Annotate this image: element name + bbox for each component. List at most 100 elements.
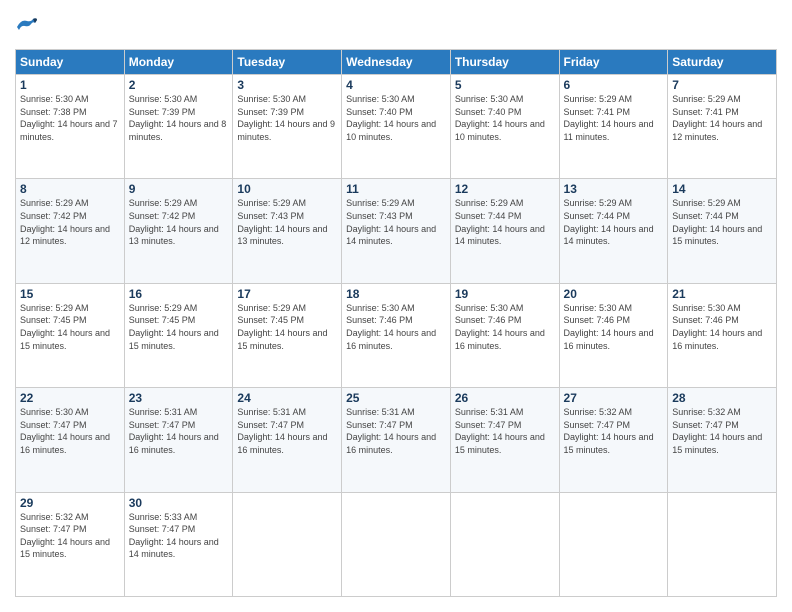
day-header-saturday: Saturday — [668, 50, 777, 75]
day-number: 3 — [237, 78, 337, 92]
day-number: 30 — [129, 496, 229, 510]
day-info: Sunrise: 5:30 AMSunset: 7:39 PMDaylight:… — [237, 93, 337, 143]
day-number: 2 — [129, 78, 229, 92]
calendar-cell: 1Sunrise: 5:30 AMSunset: 7:38 PMDaylight… — [16, 75, 125, 179]
calendar-cell: 21Sunrise: 5:30 AMSunset: 7:46 PMDayligh… — [668, 283, 777, 387]
calendar-cell: 7Sunrise: 5:29 AMSunset: 7:41 PMDaylight… — [668, 75, 777, 179]
day-number: 5 — [455, 78, 555, 92]
day-number: 20 — [564, 287, 664, 301]
calendar-cell: 25Sunrise: 5:31 AMSunset: 7:47 PMDayligh… — [342, 388, 451, 492]
calendar-cell: 24Sunrise: 5:31 AMSunset: 7:47 PMDayligh… — [233, 388, 342, 492]
calendar-cell: 5Sunrise: 5:30 AMSunset: 7:40 PMDaylight… — [450, 75, 559, 179]
calendar-cell: 30Sunrise: 5:33 AMSunset: 7:47 PMDayligh… — [124, 492, 233, 596]
calendar-cell: 6Sunrise: 5:29 AMSunset: 7:41 PMDaylight… — [559, 75, 668, 179]
day-info: Sunrise: 5:32 AMSunset: 7:47 PMDaylight:… — [20, 511, 120, 561]
calendar-cell: 26Sunrise: 5:31 AMSunset: 7:47 PMDayligh… — [450, 388, 559, 492]
calendar-cell — [342, 492, 451, 596]
calendar-week-2: 8Sunrise: 5:29 AMSunset: 7:42 PMDaylight… — [16, 179, 777, 283]
day-info: Sunrise: 5:32 AMSunset: 7:47 PMDaylight:… — [564, 406, 664, 456]
calendar-cell: 29Sunrise: 5:32 AMSunset: 7:47 PMDayligh… — [16, 492, 125, 596]
calendar-cell: 17Sunrise: 5:29 AMSunset: 7:45 PMDayligh… — [233, 283, 342, 387]
day-info: Sunrise: 5:29 AMSunset: 7:41 PMDaylight:… — [564, 93, 664, 143]
calendar-week-1: 1Sunrise: 5:30 AMSunset: 7:38 PMDaylight… — [16, 75, 777, 179]
day-number: 18 — [346, 287, 446, 301]
day-info: Sunrise: 5:29 AMSunset: 7:45 PMDaylight:… — [20, 302, 120, 352]
day-number: 24 — [237, 391, 337, 405]
calendar-table: SundayMondayTuesdayWednesdayThursdayFrid… — [15, 49, 777, 597]
day-info: Sunrise: 5:30 AMSunset: 7:46 PMDaylight:… — [564, 302, 664, 352]
day-number: 10 — [237, 182, 337, 196]
calendar-cell — [668, 492, 777, 596]
day-number: 8 — [20, 182, 120, 196]
day-header-wednesday: Wednesday — [342, 50, 451, 75]
day-number: 25 — [346, 391, 446, 405]
calendar-cell: 2Sunrise: 5:30 AMSunset: 7:39 PMDaylight… — [124, 75, 233, 179]
day-number: 9 — [129, 182, 229, 196]
logo-icon — [15, 15, 39, 39]
day-number: 7 — [672, 78, 772, 92]
day-info: Sunrise: 5:30 AMSunset: 7:40 PMDaylight:… — [346, 93, 446, 143]
day-info: Sunrise: 5:29 AMSunset: 7:42 PMDaylight:… — [129, 197, 229, 247]
calendar-cell: 13Sunrise: 5:29 AMSunset: 7:44 PMDayligh… — [559, 179, 668, 283]
calendar-week-4: 22Sunrise: 5:30 AMSunset: 7:47 PMDayligh… — [16, 388, 777, 492]
day-info: Sunrise: 5:30 AMSunset: 7:39 PMDaylight:… — [129, 93, 229, 143]
day-header-monday: Monday — [124, 50, 233, 75]
day-header-tuesday: Tuesday — [233, 50, 342, 75]
day-number: 21 — [672, 287, 772, 301]
calendar-cell: 18Sunrise: 5:30 AMSunset: 7:46 PMDayligh… — [342, 283, 451, 387]
day-info: Sunrise: 5:29 AMSunset: 7:43 PMDaylight:… — [237, 197, 337, 247]
day-number: 27 — [564, 391, 664, 405]
calendar-cell: 15Sunrise: 5:29 AMSunset: 7:45 PMDayligh… — [16, 283, 125, 387]
day-number: 4 — [346, 78, 446, 92]
day-info: Sunrise: 5:29 AMSunset: 7:41 PMDaylight:… — [672, 93, 772, 143]
day-info: Sunrise: 5:29 AMSunset: 7:44 PMDaylight:… — [455, 197, 555, 247]
calendar-week-3: 15Sunrise: 5:29 AMSunset: 7:45 PMDayligh… — [16, 283, 777, 387]
header — [15, 15, 777, 39]
day-info: Sunrise: 5:33 AMSunset: 7:47 PMDaylight:… — [129, 511, 229, 561]
day-number: 12 — [455, 182, 555, 196]
day-info: Sunrise: 5:29 AMSunset: 7:42 PMDaylight:… — [20, 197, 120, 247]
calendar-cell: 4Sunrise: 5:30 AMSunset: 7:40 PMDaylight… — [342, 75, 451, 179]
day-info: Sunrise: 5:29 AMSunset: 7:43 PMDaylight:… — [346, 197, 446, 247]
day-header-friday: Friday — [559, 50, 668, 75]
day-header-thursday: Thursday — [450, 50, 559, 75]
calendar-cell: 20Sunrise: 5:30 AMSunset: 7:46 PMDayligh… — [559, 283, 668, 387]
day-info: Sunrise: 5:32 AMSunset: 7:47 PMDaylight:… — [672, 406, 772, 456]
day-info: Sunrise: 5:31 AMSunset: 7:47 PMDaylight:… — [237, 406, 337, 456]
day-header-sunday: Sunday — [16, 50, 125, 75]
day-number: 11 — [346, 182, 446, 196]
day-number: 15 — [20, 287, 120, 301]
calendar-cell: 28Sunrise: 5:32 AMSunset: 7:47 PMDayligh… — [668, 388, 777, 492]
day-info: Sunrise: 5:29 AMSunset: 7:44 PMDaylight:… — [672, 197, 772, 247]
day-number: 29 — [20, 496, 120, 510]
calendar-cell: 11Sunrise: 5:29 AMSunset: 7:43 PMDayligh… — [342, 179, 451, 283]
calendar-cell: 23Sunrise: 5:31 AMSunset: 7:47 PMDayligh… — [124, 388, 233, 492]
calendar-cell: 3Sunrise: 5:30 AMSunset: 7:39 PMDaylight… — [233, 75, 342, 179]
day-number: 26 — [455, 391, 555, 405]
day-info: Sunrise: 5:30 AMSunset: 7:40 PMDaylight:… — [455, 93, 555, 143]
calendar-cell: 14Sunrise: 5:29 AMSunset: 7:44 PMDayligh… — [668, 179, 777, 283]
calendar-cell: 19Sunrise: 5:30 AMSunset: 7:46 PMDayligh… — [450, 283, 559, 387]
day-number: 1 — [20, 78, 120, 92]
logo — [15, 15, 43, 39]
calendar-cell: 22Sunrise: 5:30 AMSunset: 7:47 PMDayligh… — [16, 388, 125, 492]
day-number: 19 — [455, 287, 555, 301]
day-info: Sunrise: 5:30 AMSunset: 7:46 PMDaylight:… — [346, 302, 446, 352]
day-info: Sunrise: 5:29 AMSunset: 7:45 PMDaylight:… — [237, 302, 337, 352]
calendar-cell: 8Sunrise: 5:29 AMSunset: 7:42 PMDaylight… — [16, 179, 125, 283]
calendar-cell: 16Sunrise: 5:29 AMSunset: 7:45 PMDayligh… — [124, 283, 233, 387]
calendar-cell: 12Sunrise: 5:29 AMSunset: 7:44 PMDayligh… — [450, 179, 559, 283]
day-info: Sunrise: 5:31 AMSunset: 7:47 PMDaylight:… — [455, 406, 555, 456]
day-info: Sunrise: 5:29 AMSunset: 7:45 PMDaylight:… — [129, 302, 229, 352]
calendar-header-row: SundayMondayTuesdayWednesdayThursdayFrid… — [16, 50, 777, 75]
calendar-cell: 10Sunrise: 5:29 AMSunset: 7:43 PMDayligh… — [233, 179, 342, 283]
day-info: Sunrise: 5:30 AMSunset: 7:46 PMDaylight:… — [455, 302, 555, 352]
calendar-cell — [233, 492, 342, 596]
day-info: Sunrise: 5:31 AMSunset: 7:47 PMDaylight:… — [129, 406, 229, 456]
day-number: 17 — [237, 287, 337, 301]
calendar-cell: 9Sunrise: 5:29 AMSunset: 7:42 PMDaylight… — [124, 179, 233, 283]
day-info: Sunrise: 5:30 AMSunset: 7:47 PMDaylight:… — [20, 406, 120, 456]
day-number: 16 — [129, 287, 229, 301]
day-info: Sunrise: 5:29 AMSunset: 7:44 PMDaylight:… — [564, 197, 664, 247]
day-number: 28 — [672, 391, 772, 405]
